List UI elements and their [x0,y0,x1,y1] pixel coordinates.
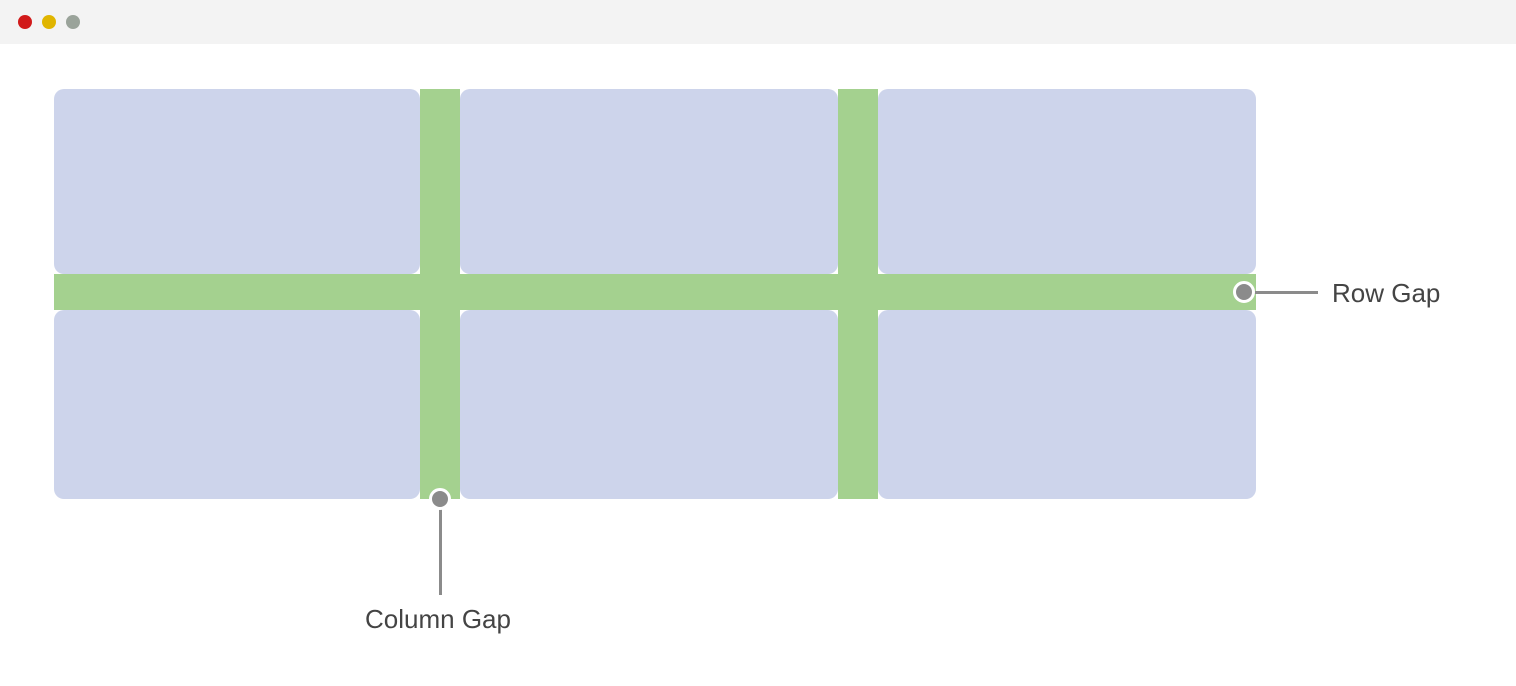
close-icon[interactable] [18,15,32,29]
minimize-icon[interactable] [42,15,56,29]
grid-item [460,89,838,274]
window-controls [18,15,80,29]
column-gap-label: Column Gap [365,604,511,635]
row-gap-label: Row Gap [1332,278,1440,309]
window-titlebar [0,0,1516,44]
grid-item [54,310,420,499]
column-gap-band-2 [838,89,878,499]
grid-item [54,89,420,274]
column-gap-band-1 [420,89,460,499]
row-gap-callout-dot-icon [1233,281,1255,303]
grid-item [460,310,838,499]
row-gap-callout-line [1244,291,1318,294]
diagram-canvas: Row Gap Column Gap [0,44,1516,686]
column-gap-callout-dot-icon [429,488,451,510]
grid-item [878,89,1256,274]
row-gap-band [54,274,1256,310]
column-gap-callout-line [439,499,442,595]
grid-item [878,310,1256,499]
zoom-icon[interactable] [66,15,80,29]
